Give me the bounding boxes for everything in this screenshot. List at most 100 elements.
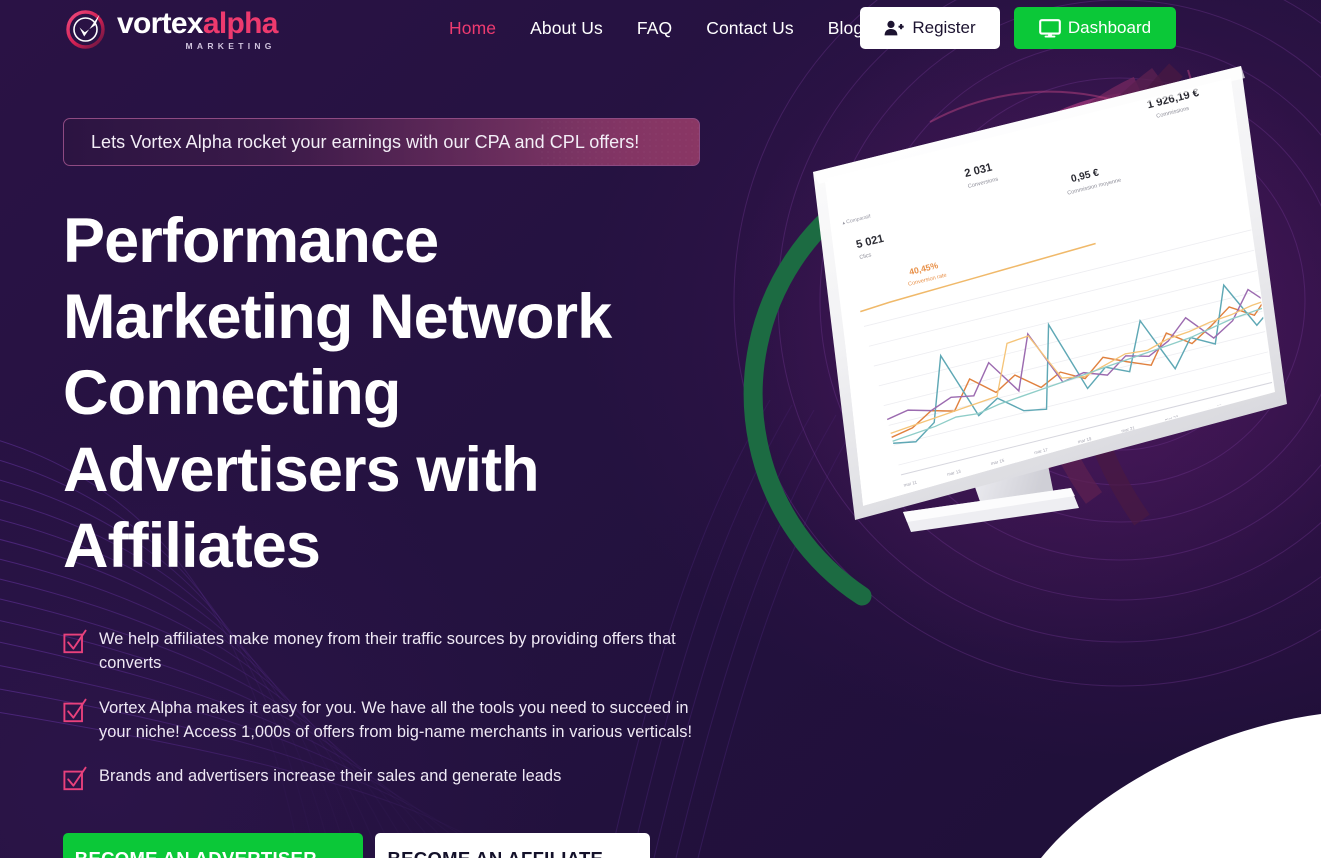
svg-text:14 12: 14 12 (938, 605, 951, 613)
svg-text:496: 496 (1006, 642, 1015, 649)
tagline-text: Lets Vortex Alpha rocket your earnings w… (91, 131, 640, 152)
svg-text:41,05%: 41,05% (1175, 525, 1192, 534)
svg-text:Leads: Leads (1260, 486, 1272, 494)
svg-text:Toutes les: Toutes les (985, 553, 1005, 563)
nav-item-contact-us[interactable]: Contact Us (689, 18, 811, 39)
nav-item-faq[interactable]: FAQ (620, 18, 689, 39)
logo-subtitle: MARKETING (185, 40, 276, 51)
svg-text:3,20 €: 3,20 € (1240, 565, 1254, 573)
feature-text: Brands and advertisers increase their sa… (99, 767, 562, 786)
svg-text:691: 691 (989, 573, 998, 580)
main-navigation: Home About Us FAQ Contact Us Blog (432, 0, 880, 56)
feature-list: We help affiliates make money from their… (63, 627, 703, 791)
svg-text:277: 277 (1103, 618, 1112, 625)
svg-text:Contributions: Contributions (973, 536, 1004, 549)
register-button[interactable]: Register (860, 7, 1000, 49)
svg-text:216,58 €: 216,58 € (1315, 545, 1321, 554)
svg-text:42,13 €: 42,13 € (1227, 512, 1244, 521)
svg-text:▾: ▾ (1185, 466, 1189, 473)
svg-text:131: 131 (1128, 558, 1137, 565)
arrow-right-icon: → (331, 849, 351, 858)
svg-text:194: 194 (965, 635, 974, 642)
svg-text:Recherche: Recherche (1207, 455, 1233, 467)
svg-text:conversions: conversions (1120, 523, 1143, 533)
dashboard-button-label: Dashboard (1067, 18, 1152, 37)
list-item: Brands and advertisers increase their sa… (63, 764, 703, 791)
svg-text:2047: 2047 (1086, 548, 1098, 555)
svg-text:142: 142 (1145, 626, 1154, 633)
svg-text:Sub 1: Sub 1 (947, 638, 960, 646)
svg-text:ID: ID (929, 570, 934, 576)
svg-text:45,58%: 45,58% (1192, 594, 1208, 603)
svg-text:contributions: contributions (986, 556, 1011, 567)
svg-text:1247: 1247 (956, 601, 967, 608)
corner-curve-decoration (1041, 714, 1321, 858)
checkbox-check-icon (63, 629, 87, 654)
monitor-illustration: 5 021 Clics 2 031 Conversions 0,95 € Com… (813, 66, 1321, 649)
svg-text:Clics: Clics (1222, 496, 1232, 503)
become-affiliate-button[interactable]: BECOME AN AFFILIATE → (375, 833, 650, 858)
svg-text:Toutes les: Toutes les (1119, 519, 1139, 529)
site-header: vortex alpha MARKETING Home About Us FAQ … (0, 0, 1321, 56)
svg-text:40,80%: 40,80% (1188, 577, 1204, 586)
nav-item-about-us[interactable]: About Us (513, 18, 620, 39)
svg-text:▾: ▾ (1084, 491, 1088, 498)
become-advertiser-button[interactable]: BECOME AN ADVERTISER → (63, 833, 363, 858)
list-item: We help affiliates make money from their… (63, 627, 703, 676)
svg-text:4,89 €: 4,89 € (1244, 582, 1258, 590)
logo[interactable]: vortex alpha MARKETING (63, 4, 278, 52)
svg-text:1247: 1247 (994, 591, 1005, 598)
svg-text:3,74 €: 3,74 € (1248, 599, 1262, 607)
svg-text:144 6: 144 6 (943, 622, 956, 630)
user-plus-icon (884, 20, 905, 36)
svg-text:46,71%: 46,71% (1184, 561, 1200, 570)
vortex-check-circle-icon (66, 9, 105, 49)
arrow-right-icon: → (617, 849, 637, 858)
dashboard-button[interactable]: Dashboard (1014, 7, 1176, 49)
svg-text:mar 29: mar 29 (1295, 382, 1310, 390)
checkbox-check-icon (63, 698, 87, 722)
svg-text:2047: 2047 (1124, 539, 1136, 546)
svg-text:Taux de: Taux de (1171, 507, 1187, 516)
nav-item-home[interactable]: Home (432, 18, 513, 39)
svg-text:220: 220 (1137, 592, 1146, 599)
list-item: Vortex Alpha makes it easy for you. We h… (63, 696, 703, 745)
svg-text:conversion: conversion (1172, 511, 1194, 521)
svg-text:14,64 €: 14,64 € (1261, 89, 1301, 110)
svg-text:0: 0 (1046, 560, 1050, 566)
svg-text:Clics unique: Clics unique (947, 561, 971, 572)
svg-text:131: 131 (1091, 568, 1100, 575)
monitor-icon (1039, 18, 1061, 37)
feature-text: We help affiliates make money from their… (99, 630, 676, 673)
cta-group: BECOME AN ADVERTISER → BECOME AN AFFILIA… (63, 833, 763, 858)
svg-text:1088: 1088 (960, 617, 971, 624)
register-button-label: Register (912, 18, 976, 37)
svg-text:861: 861 (1095, 585, 1104, 592)
svg-text:1,93 €: 1,93 € (1231, 531, 1245, 539)
svg-text:489: 489 (1133, 575, 1142, 582)
svg-text:5 021: 5 021 (951, 581, 964, 589)
svg-text:1088: 1088 (998, 608, 1009, 615)
checkbox-check-icon (63, 766, 87, 791)
page-title: Performance Marketing Network Connecting… (63, 206, 612, 581)
svg-text:Tous les affiliés: Tous les affiliés (1106, 478, 1141, 492)
tagline-badge: Lets Vortex Alpha rocket your earnings w… (63, 118, 700, 166)
svg-text:45,47%: 45,47% (1197, 611, 1213, 620)
svg-text:311: 311 (1141, 609, 1150, 616)
svg-text:Conversions: Conversions (1078, 510, 1107, 523)
dashboard-monitor-mockup: 5 021 Clics 2 031 Conversions 0,95 € Com… (735, 60, 1321, 650)
hero-content: Lets Vortex Alpha rocket your earnings w… (63, 118, 763, 858)
svg-text:Commissions: Commissions (1218, 475, 1250, 488)
svg-text:183: 183 (1108, 635, 1117, 642)
feature-text: Vortex Alpha makes it easy for you. We h… (99, 698, 693, 741)
svg-text:456: 456 (1099, 601, 1108, 608)
svg-text:746,19 €: 746,19 € (1306, 511, 1321, 520)
svg-text:Ventes: Ventes (1297, 476, 1311, 484)
logo-word-primary: vortex (117, 6, 204, 40)
svg-text:926,96 €: 926,96 € (1311, 528, 1321, 537)
svg-text:31,42%: 31,42% (1180, 544, 1196, 553)
svg-text:CA / clic: CA / clic (1269, 108, 1290, 119)
logo-word-accent: alpha (202, 6, 279, 40)
svg-text:504: 504 (1002, 626, 1011, 633)
svg-text:3 894,19 €: 3 894,19 € (1302, 492, 1321, 502)
